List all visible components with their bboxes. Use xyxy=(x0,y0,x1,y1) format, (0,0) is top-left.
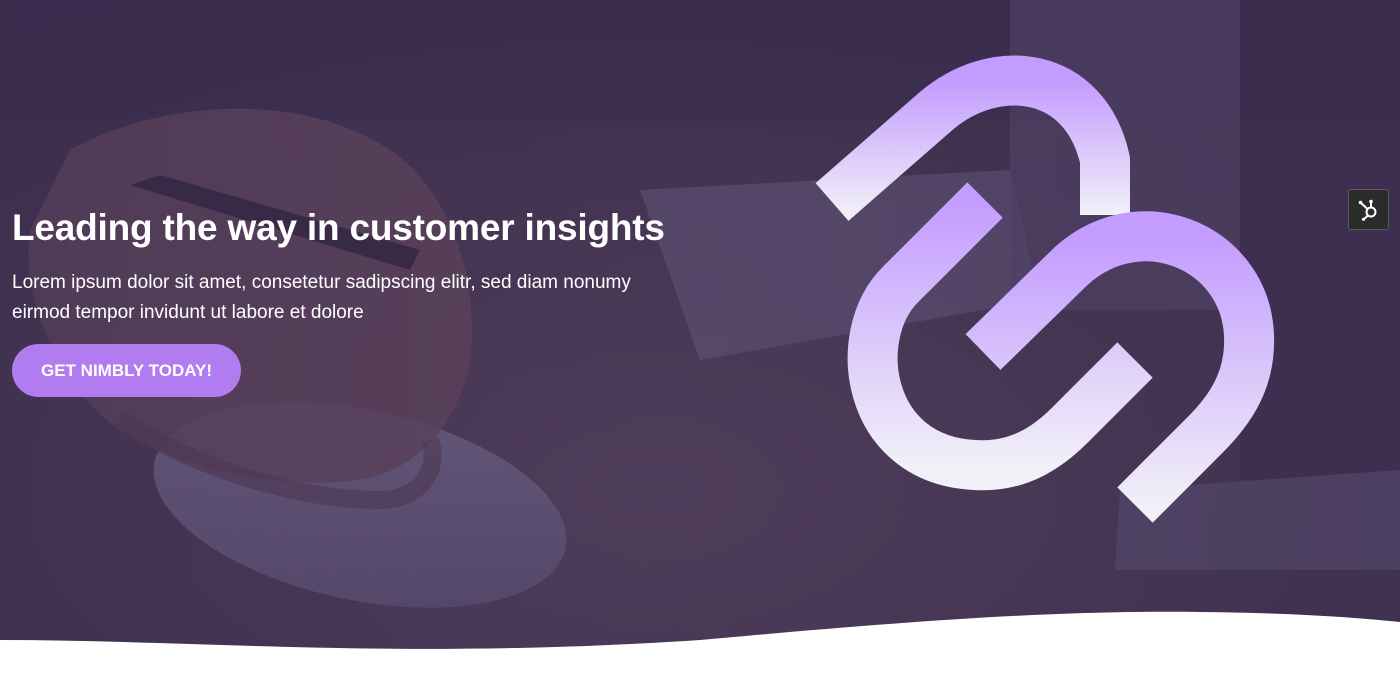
hero-title: Leading the way in customer insights xyxy=(12,207,665,248)
bottom-wave-divider xyxy=(0,611,1400,700)
hero-section: Leading the way in customer insights Lor… xyxy=(0,0,1400,700)
get-nimbly-button[interactable]: GET NIMBLY TODAY! xyxy=(12,344,241,397)
hubspot-sprocket-icon xyxy=(1358,199,1377,221)
hero-subtitle: Lorem ipsum dolor sit amet, consetetur s… xyxy=(12,272,631,323)
chain-link-logo-icon xyxy=(815,55,1275,523)
hero-content: Leading the way in customer insights Lor… xyxy=(12,205,712,397)
hubspot-widget-button[interactable] xyxy=(1348,189,1389,230)
